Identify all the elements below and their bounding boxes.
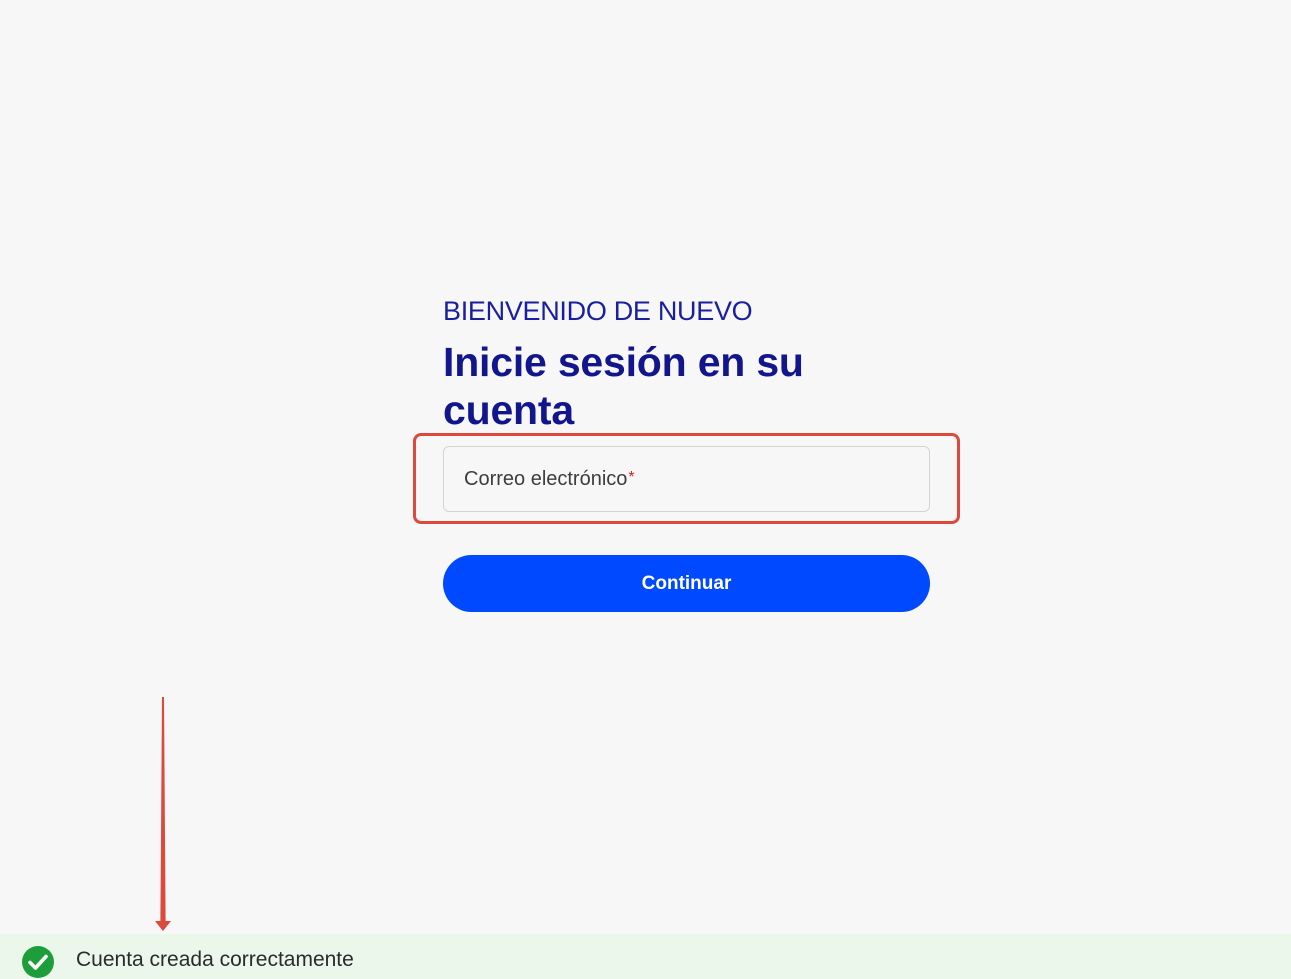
- check-circle-icon: [22, 946, 54, 978]
- required-asterisk: *: [628, 469, 635, 486]
- email-field-placeholder: Correo electrónico: [464, 467, 628, 490]
- email-field[interactable]: Correo electrónico *: [443, 446, 930, 512]
- success-toast: Cuenta creada correctamente: [0, 934, 1291, 979]
- annotation-arrow: [155, 697, 171, 931]
- login-panel: BIENVENIDO DE NUEVO Inicie sesión en su …: [443, 294, 930, 434]
- page-title: Inicie sesión en su cuenta: [443, 339, 804, 433]
- continue-button[interactable]: Continuar: [443, 555, 930, 612]
- toast-message: Cuenta creada correctamente: [76, 948, 354, 971]
- welcome-eyebrow: BIENVENIDO DE NUEVO: [443, 296, 753, 326]
